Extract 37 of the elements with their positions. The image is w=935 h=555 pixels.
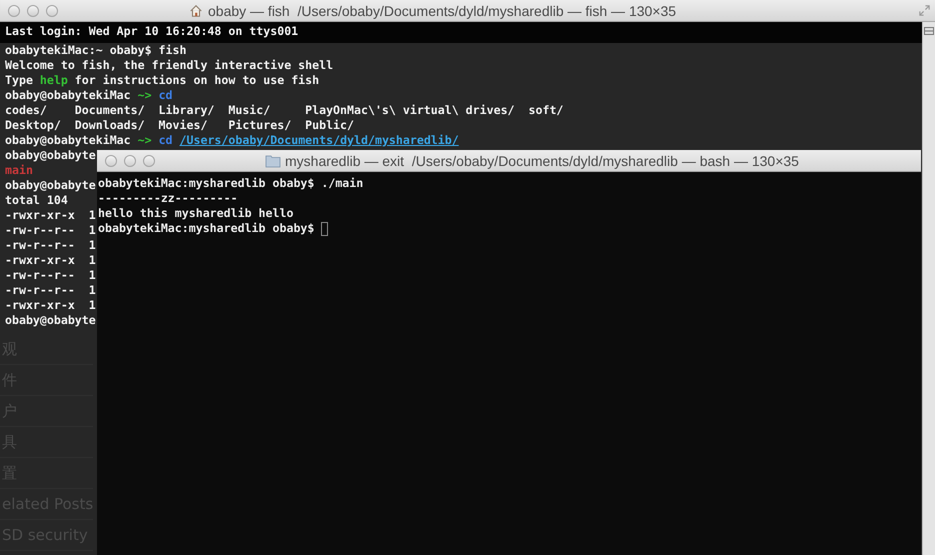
terminal-line: total 104 bbox=[4, 193, 68, 208]
terminal-line: -rw-r--r-- 1 bbox=[4, 283, 96, 298]
close-button[interactable] bbox=[8, 4, 20, 16]
terminal-line: obabytekiMac:mysharedlib obaby$ ./main bbox=[98, 176, 364, 191]
terminal-line: main bbox=[4, 163, 33, 178]
folder-icon bbox=[265, 154, 281, 168]
minimize-button[interactable] bbox=[124, 154, 136, 166]
terminal-line: Last login: Wed Apr 10 16:20:48 on ttys001 bbox=[4, 24, 298, 39]
terminal-line: -rwxr-xr-x 1 bbox=[4, 208, 96, 223]
terminal-line: Welcome to fish, the friendly interactive shell bbox=[4, 58, 334, 73]
terminal-line: ---------zz--------- bbox=[98, 191, 238, 206]
terminal-line: obabytekiMac:~ obaby$ fish bbox=[4, 43, 186, 58]
close-button[interactable] bbox=[105, 154, 117, 166]
terminal-line: hello this mysharedlib hello bbox=[98, 206, 294, 221]
terminal-line: Desktop/ Downloads/ Movies/ Pictures/ Public/ bbox=[4, 118, 354, 133]
zoom-button[interactable] bbox=[143, 154, 155, 166]
terminal-line: -rwxr-xr-x 1 bbox=[4, 253, 96, 268]
fullscreen-icon[interactable] bbox=[918, 4, 931, 17]
terminal-line: obaby@obabytekiMac ~> cd /Users/obaby/Documents/dyld/mysharedlib/ bbox=[4, 133, 459, 148]
split-pane-icon[interactable] bbox=[924, 26, 934, 36]
terminal-line: obaby@obabyte bbox=[4, 178, 96, 193]
terminal-line: obaby@obabyte bbox=[4, 148, 96, 163]
zoom-button[interactable] bbox=[46, 4, 58, 16]
terminal-line: -rw-r--r-- 1 bbox=[4, 268, 96, 283]
window-title: mysharedlib — exit /Users/obaby/Documents/dyld/mysharedlib — bash — 130×35 bbox=[285, 152, 799, 168]
terminal-line: -rwxr-xr-x 1 bbox=[4, 298, 96, 313]
terminal-line: obaby@obabyte bbox=[4, 313, 96, 328]
terminal-line: -rw-r--r-- 1 bbox=[4, 223, 96, 238]
window-title: obaby — fish /Users/obaby/Documents/dyld/mysharedlib — fish — 130×35 bbox=[208, 2, 676, 18]
terminal-line: obabytekiMac:mysharedlib obaby$ bbox=[98, 221, 316, 236]
terminal-line: Type help for instructions on how to use fish bbox=[4, 73, 320, 88]
minimize-button[interactable] bbox=[27, 4, 39, 16]
house-icon bbox=[188, 4, 204, 18]
terminal-line: codes/ Documents/ Library/ Music/ PlayOnMac\'s\ virtual\ drives/ soft/ bbox=[4, 103, 564, 118]
scroll-bar[interactable] bbox=[922, 22, 935, 555]
terminal-line: -rw-r--r-- 1 bbox=[4, 238, 96, 253]
terminal-line: obaby@obabytekiMac ~> cd bbox=[4, 88, 173, 103]
